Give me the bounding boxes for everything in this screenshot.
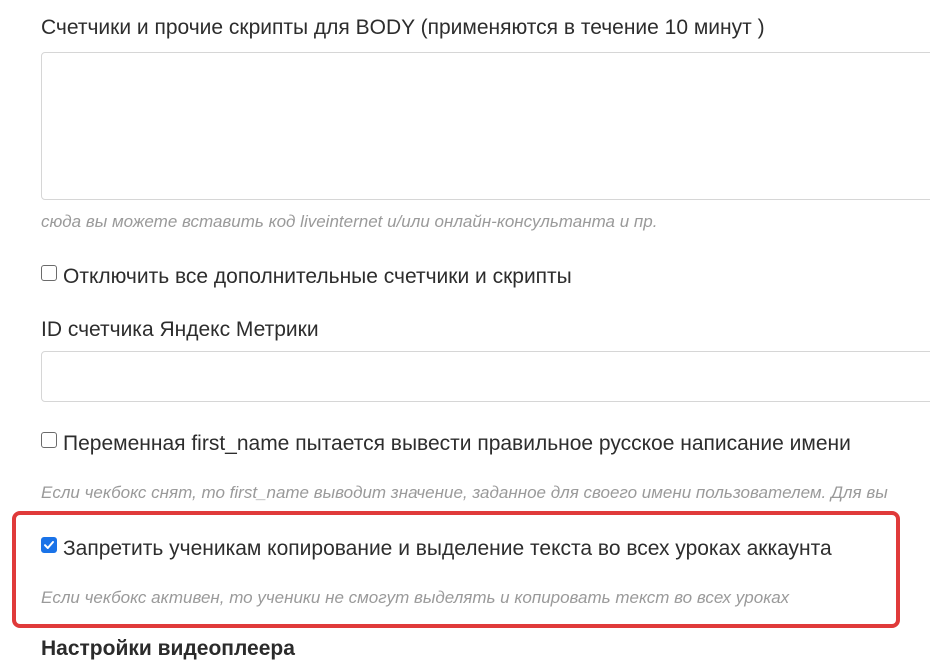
video-settings-title: Настройки видеоплеера [41,637,295,660]
disable-scripts-row[interactable]: Отключить все дополнительные счетчики и … [41,265,572,289]
first-name-label: Переменная first_name пытается вывести п… [63,432,851,455]
settings-page: Счетчики и прочие скрипты для BODY (прим… [0,0,930,664]
highlight-frame [12,511,900,628]
copy-protection-label: Запретить ученикам копирование и выделен… [63,537,832,560]
copy-protection-row[interactable]: Запретить ученикам копирование и выделен… [41,537,832,561]
checkmark-icon [44,541,54,549]
first-name-checkbox[interactable] [41,432,57,448]
body-scripts-label: Счетчики и прочие скрипты для BODY (прим… [41,16,765,39]
copy-protection-hint: Если чекбокс активен, то ученики не смог… [41,588,790,607]
first-name-row[interactable]: Переменная first_name пытается вывести п… [41,432,851,456]
disable-scripts-label: Отключить все дополнительные счетчики и … [63,265,572,288]
copy-protection-checkbox[interactable] [41,537,57,553]
yandex-metrika-input[interactable] [41,351,930,402]
yandex-metrika-label: ID счетчика Яндекс Метрики [41,318,319,341]
body-scripts-hint: сюда вы можете вставить код liveinternet… [41,212,658,231]
body-scripts-textarea[interactable] [41,52,930,200]
first-name-hint: Если чекбокс снят, то first_name выводит… [41,483,888,502]
disable-scripts-checkbox[interactable] [41,265,57,281]
